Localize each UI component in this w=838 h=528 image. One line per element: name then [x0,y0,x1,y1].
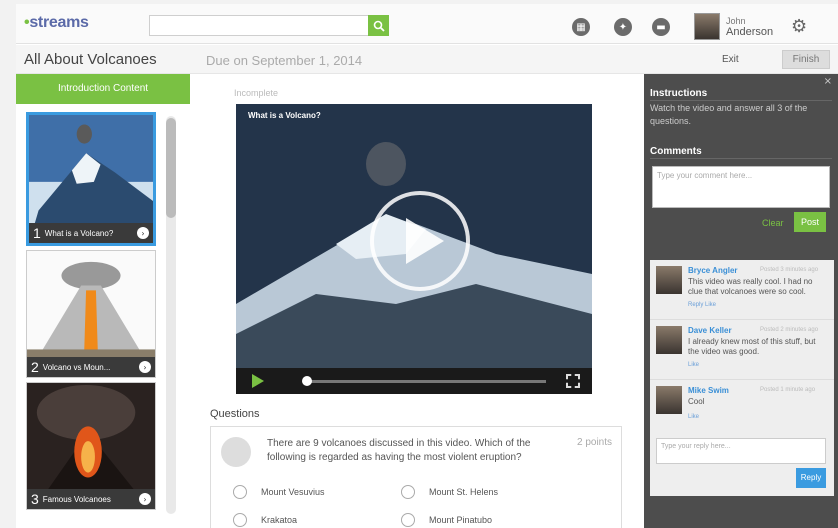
radio-button[interactable] [233,513,247,527]
sidebar-item-caption: 1 What is a Volcano? › [29,223,153,243]
answer-option-label: Mount Pinatubo [429,515,493,525]
bulb-icon[interactable]: ✦ [614,18,632,36]
answer-option-label: Mount Vesuvius [261,487,325,497]
instructions-heading: Instructions [650,88,708,99]
search-icon [373,20,385,32]
sidebar-item-label: Famous Volcanoes [42,494,111,504]
questions-heading: Questions [210,408,260,420]
answer-option-label: Krakatoa [261,515,298,525]
sidebar-item-number: 1 [33,225,41,241]
avatar [656,326,682,354]
chevron-right-icon[interactable]: › [139,493,151,505]
clear-button[interactable]: Clear [762,218,784,228]
sidebar-item-caption: 3 Famous Volcanoes › [27,489,155,509]
video-controls [236,368,592,394]
comment-input[interactable]: Type your comment here... [652,166,830,208]
radio-button[interactable] [233,485,247,499]
sidebar-item-caption: 2 Volcano vs Moun... › [27,357,155,377]
comment-text: I already knew most of this stuff, but t… [688,337,816,356]
answer-option[interactable]: Mount Pinatubo [401,513,492,527]
video-title: What is a Volcano? [248,111,321,120]
question-card: There are 9 volcanoes discussed in this … [210,426,622,528]
comment-text: Cool [688,397,705,406]
play-icon [406,218,444,264]
question-points: 2 points [577,437,613,448]
answer-option[interactable]: Mount Vesuvius [233,485,325,499]
play-control-icon[interactable] [252,374,264,388]
comments-heading: Comments [650,146,702,157]
completion-status: Incomplete [234,88,279,98]
avatar [656,386,682,414]
sidebar-item-number: 2 [31,359,39,375]
comment-time: Posted 2 minutes ago [760,327,819,333]
streams-logo[interactable]: •streams [24,14,89,32]
close-icon[interactable]: × [824,76,832,87]
comments-list: Bryce Angler Posted 3 minutes ago This v… [650,260,834,496]
user-name[interactable]: John Anderson [726,16,773,38]
comment-author[interactable]: Dave Keller [688,326,732,335]
assignment-header: All About Volcanoes Due on September 1, … [16,45,838,74]
comment-item: Dave Keller Posted 2 minutes ago I alrea… [650,320,834,380]
user-last-name: Anderson [726,26,774,38]
sidebar-item-label: Volcano vs Moun... [42,362,111,372]
main-content: Incomplete What is a Volcano? Questions … [190,74,644,528]
sidebar-item-label: What is a Volcano? [44,228,114,238]
exit-link[interactable]: Exit [722,54,739,65]
sidebar-item-volcano-vs-mountain[interactable]: 2 Volcano vs Moun... › [26,250,156,378]
comment-actions[interactable]: Like [688,362,699,368]
due-date: Due on September 1, 2014 [206,53,363,68]
answer-option[interactable]: Mount St. Helens [401,485,498,499]
fullscreen-icon[interactable] [566,374,580,388]
avatar [656,266,682,294]
app-window: •streams ▦ ✦ ▬ John Anderson ⚙ All About… [16,4,838,528]
reply-input[interactable]: Type your reply here... [656,438,826,464]
sidebar-item-famous-volcanoes[interactable]: 3 Famous Volcanoes › [26,382,156,510]
answer-option[interactable]: Krakatoa [233,513,297,527]
instructions-text: Watch the video and answer all 3 of the … [650,103,808,126]
instructions-panel: × Instructions Watch the video and answe… [644,74,838,528]
user-avatar[interactable] [694,13,720,40]
top-bar: •streams ▦ ✦ ▬ John Anderson ⚙ [16,4,838,44]
grid-apps-icon[interactable]: ▦ [572,18,590,36]
comment-author[interactable]: Bryce Angler [688,266,738,275]
post-button[interactable]: Post [794,212,826,232]
question-icon [221,437,251,467]
answer-option-label: Mount St. Helens [429,487,499,497]
chevron-right-icon[interactable]: › [139,361,151,373]
finish-button[interactable]: Finish [782,50,830,69]
sidebar-item-number: 3 [31,491,39,507]
sidebar-item-what-is-a-volcano[interactable]: 1 What is a Volcano? › [26,112,156,246]
chat-icon[interactable]: ▬ [652,18,670,36]
video-player[interactable]: What is a Volcano? [236,104,592,394]
comment-actions[interactable]: Reply Like [688,302,716,308]
comment-time: Posted 3 minutes ago [760,267,819,273]
search-input[interactable] [149,15,389,36]
gear-icon[interactable]: ⚙ [791,16,807,37]
divider [650,100,832,101]
tab-introduction-content[interactable]: Introduction Content [16,74,190,104]
page-title: All About Volcanoes [24,51,157,68]
chevron-right-icon[interactable]: › [137,227,149,239]
divider [650,158,832,159]
comment-author[interactable]: Mike Swim [688,386,729,395]
radio-button[interactable] [401,513,415,527]
comment-actions[interactable]: Like [688,414,699,420]
content-sidebar: Introduction Content 1 What is a Volcano… [16,74,190,528]
video-progress-handle[interactable] [302,376,312,386]
sidebar-scrollbar-thumb[interactable] [166,118,176,218]
video-progress-bar[interactable] [306,380,546,383]
comment-item: Mike Swim Posted 1 minute ago Cool Like [650,380,834,440]
reply-button[interactable]: Reply [796,468,826,488]
search-button[interactable] [368,15,389,36]
comment-item: Bryce Angler Posted 3 minutes ago This v… [650,260,834,320]
comment-time: Posted 1 minute ago [760,387,816,393]
logo-text: streams [29,14,89,31]
comment-text: This video was really cool. I had no clu… [688,277,813,296]
play-button[interactable] [370,191,470,291]
radio-button[interactable] [401,485,415,499]
question-text: There are 9 volcanoes discussed in this … [267,438,531,463]
